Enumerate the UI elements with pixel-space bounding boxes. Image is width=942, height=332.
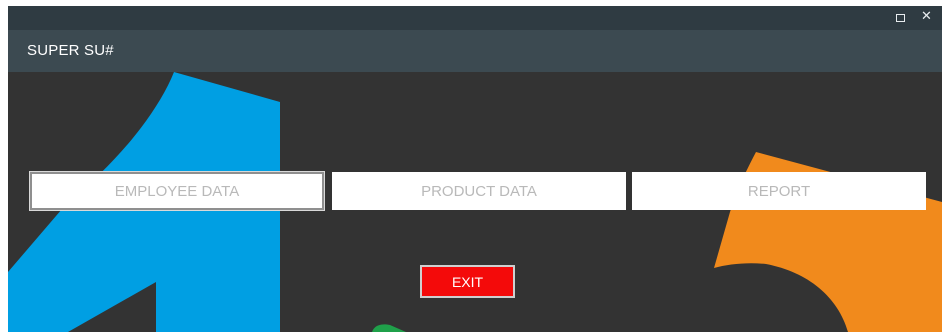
close-icon[interactable]: ✕ [921, 10, 932, 24]
product-data-button[interactable]: PRODUCT DATA [332, 172, 626, 210]
report-button[interactable]: REPORT [632, 172, 926, 210]
app-header: SUPER SU# [8, 30, 942, 72]
window-titlebar[interactable]: ✕ [8, 6, 942, 30]
app-title: SUPER SU# [27, 42, 114, 59]
employee-data-button[interactable]: EMPLOYEE DATA [29, 171, 325, 211]
maximize-icon[interactable] [896, 14, 905, 22]
app-window: ✕ SUPER SU# EMPLOYEE DATA PRODUCT DATA R… [8, 6, 942, 332]
green-accent-shape [372, 324, 406, 332]
exit-button[interactable]: EXIT [420, 265, 515, 298]
